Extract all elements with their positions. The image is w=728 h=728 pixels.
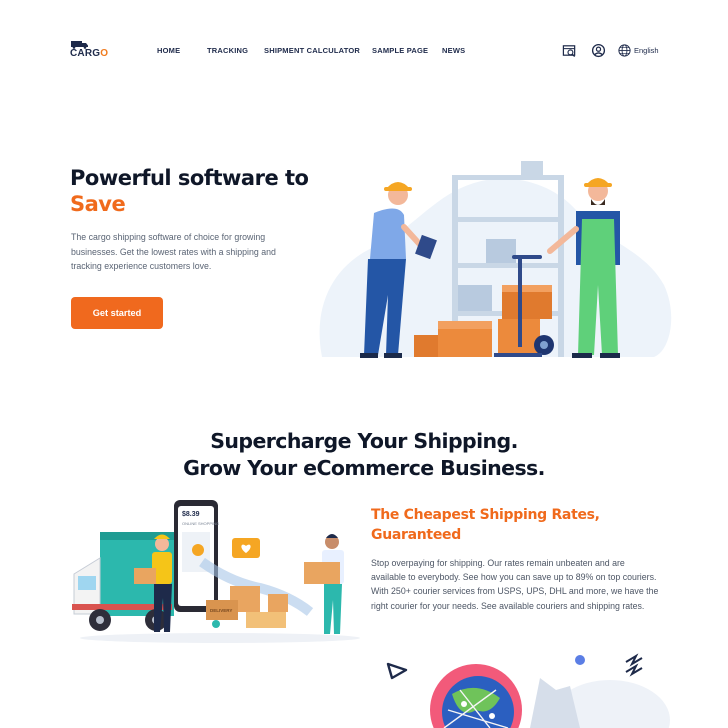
get-started-button[interactable]: Get started [71,297,163,329]
feature-description: Stop overpaying for shipping. Our rates … [371,558,659,611]
section-title-line1: Supercharge Your Shipping. [210,429,518,453]
section-title: Supercharge Your Shipping. Grow Your eCo… [0,428,728,482]
nav-shipment-calculator[interactable]: SHIPMENT CALCULATOR [264,46,360,55]
box-label: DELIVERY [210,608,232,613]
hero-description: The cargo shipping software of choice fo… [71,232,276,271]
hero-title-main: Powerful software to [70,166,309,190]
delivery-illustration: $8.39 ONLINE SHOPPING DELIVERY [72,500,360,643]
hero-title: Powerful software to Save [70,165,330,217]
section-title-line2: Grow Your eCommerce Business. [183,456,545,480]
feature-title: The Cheapest Shipping Rates, Guaranteed [371,507,600,543]
warehouse-workers-illustration [319,161,672,358]
phone-label: ONLINE SHOPPING [182,521,219,526]
hero-title-accent: Save [70,192,126,216]
package-search-icon[interactable] [562,43,577,58]
nav-news[interactable]: NEWS [442,46,465,55]
logo[interactable]: CARGO [70,40,109,60]
nav-home[interactable]: HOME [157,46,180,55]
logo-text: CARG [70,48,101,59]
nav-tracking[interactable]: TRACKING [207,46,248,55]
globe-icon[interactable] [617,43,632,58]
nav-sample-page[interactable]: SAMPLE PAGE [372,46,428,55]
global-shipping-illustration [386,653,670,728]
phone-price: $8.39 [182,511,200,518]
logo-text-accent: O [100,48,109,59]
user-circle-icon[interactable] [591,43,606,58]
language-selector[interactable]: English [634,46,659,55]
site-header: CARGO HOME TRACKING SHIPMENT CALCULATOR … [0,0,728,100]
